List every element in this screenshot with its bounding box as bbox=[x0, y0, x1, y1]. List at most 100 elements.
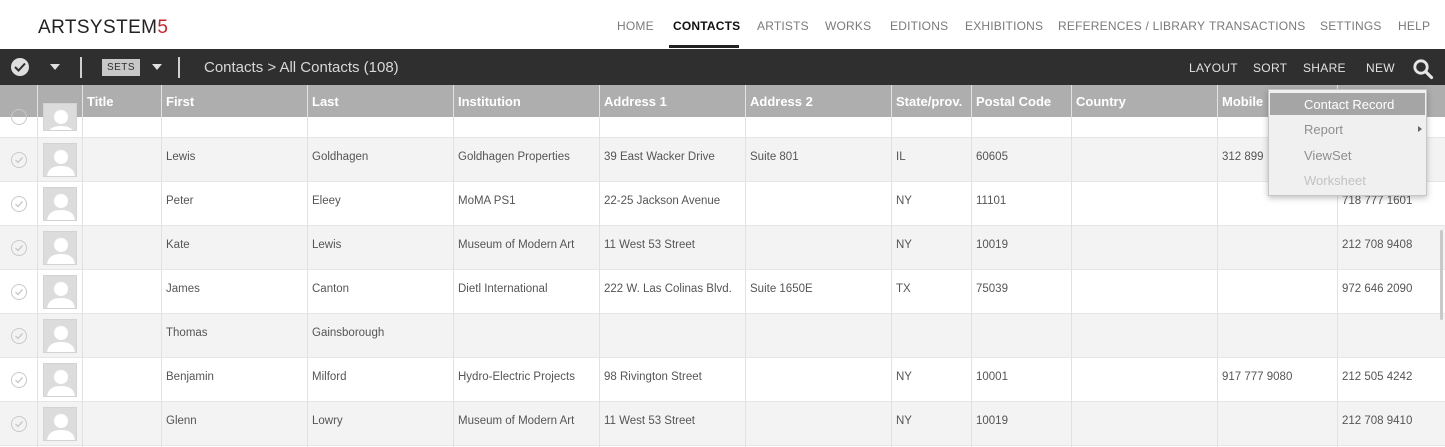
cell-phone: 212 505 4242 bbox=[1342, 371, 1413, 383]
cell-postal-code: 75039 bbox=[976, 283, 1008, 295]
table-header: Title First Last Institution Address 1 A… bbox=[0, 85, 1445, 117]
new-button[interactable]: NEW bbox=[1366, 61, 1395, 75]
column-header-last[interactable]: Last bbox=[312, 94, 339, 109]
column-divider bbox=[745, 85, 746, 447]
row-check-icon[interactable] bbox=[11, 109, 27, 125]
column-divider bbox=[82, 85, 83, 447]
menu-item-viewset[interactable]: ViewSet bbox=[1304, 148, 1351, 163]
table-row[interactable]: Benjamin Milford Hydro-Electric Projects 98… bbox=[0, 358, 1445, 402]
table-row[interactable]: Thomas Gainsborough bbox=[0, 314, 1445, 358]
logo-text: ARTSYSTEM bbox=[38, 17, 158, 38]
row-check-icon[interactable] bbox=[11, 416, 27, 432]
column-header-country[interactable]: Country bbox=[1076, 94, 1126, 109]
menu-item-contact-record[interactable]: Contact Record bbox=[1304, 97, 1394, 112]
nav-help[interactable]: HELP bbox=[1398, 19, 1430, 33]
active-nav-underline bbox=[669, 45, 739, 48]
cell-institution: Dietl International bbox=[458, 283, 548, 295]
new-dropdown-menu: Contact Record Report ViewSet Worksheet bbox=[1268, 89, 1427, 196]
avatar bbox=[43, 275, 77, 309]
menu-item-worksheet: Worksheet bbox=[1304, 173, 1366, 188]
breadcrumb: Contacts > All Contacts (108) bbox=[204, 59, 399, 76]
cell-state: NY bbox=[896, 415, 912, 427]
column-divider bbox=[971, 85, 972, 447]
column-header-mobile[interactable]: Mobile bbox=[1222, 94, 1263, 109]
table-row[interactable]: Kate Lewis Museum of Modern Art 11 West 53 … bbox=[0, 226, 1445, 270]
avatar bbox=[43, 231, 77, 265]
cell-institution: Museum of Modern Art bbox=[458, 415, 575, 427]
submenu-arrow-icon bbox=[1418, 126, 1422, 132]
cell-first: Kate bbox=[166, 239, 190, 251]
row-check-icon[interactable] bbox=[11, 328, 27, 344]
sets-button[interactable]: SETS bbox=[102, 59, 140, 76]
cell-first: Peter bbox=[166, 195, 194, 207]
cell-address1: 22-25 Jackson Avenue bbox=[604, 195, 721, 207]
cell-state: TX bbox=[896, 283, 911, 295]
share-button[interactable]: SHARE bbox=[1303, 61, 1346, 75]
table-row[interactable]: Glenn Lowry Museum of Modern Art 11 West 53… bbox=[0, 402, 1445, 446]
cell-institution: Goldhagen Properties bbox=[458, 151, 570, 163]
cell-state: IL bbox=[896, 151, 906, 163]
table-row[interactable]: Peter Eleey MoMA PS1 22-25 Jackson Avenue NY… bbox=[0, 182, 1445, 226]
cell-last: Lowry bbox=[312, 415, 343, 427]
sets-chevron-down-icon[interactable] bbox=[152, 64, 162, 70]
app-logo[interactable]: ARTSYSTEM5 bbox=[38, 17, 168, 39]
cell-postal-code: 11101 bbox=[976, 195, 1007, 207]
column-header-state[interactable]: State/prov. bbox=[896, 94, 962, 109]
cell-last: Gainsborough bbox=[312, 327, 385, 339]
column-header-first[interactable]: First bbox=[166, 94, 194, 109]
nav-contacts[interactable]: CONTACTS bbox=[673, 19, 740, 33]
nav-works[interactable]: WORKS bbox=[825, 19, 871, 33]
toolbar-divider bbox=[80, 57, 82, 78]
cell-postal-code: 10001 bbox=[976, 371, 1008, 383]
avatar bbox=[43, 187, 77, 221]
cell-last: Lewis bbox=[312, 239, 342, 251]
vertical-scrollbar[interactable] bbox=[1440, 230, 1443, 320]
cell-first: Glenn bbox=[166, 415, 197, 427]
cell-institution: Museum of Modern Art bbox=[458, 239, 575, 251]
cell-first: Lewis bbox=[166, 151, 196, 163]
sort-button[interactable]: SORT bbox=[1253, 61, 1287, 75]
column-divider bbox=[37, 85, 38, 447]
nav-editions[interactable]: EDITIONS bbox=[890, 19, 948, 33]
cell-mobile: 917 777 9080 bbox=[1222, 371, 1293, 383]
nav-references-library[interactable]: REFERENCES / LIBRARY bbox=[1058, 19, 1205, 33]
cell-state: NY bbox=[896, 239, 912, 251]
row-check-icon[interactable] bbox=[11, 152, 27, 168]
toolbar: SETS Contacts > All Contacts (108) LAYOU… bbox=[0, 49, 1445, 85]
menu-item-report[interactable]: Report bbox=[1304, 122, 1343, 137]
avatar bbox=[43, 363, 77, 397]
nav-exhibitions[interactable]: EXHIBITIONS bbox=[965, 19, 1043, 33]
column-header-institution[interactable]: Institution bbox=[458, 94, 521, 109]
cell-last: Canton bbox=[312, 283, 350, 295]
row-check-icon[interactable] bbox=[11, 240, 27, 256]
column-header-postal-code[interactable]: Postal Code bbox=[976, 94, 1051, 109]
nav-artists[interactable]: ARTISTS bbox=[757, 19, 809, 33]
column-divider bbox=[599, 85, 600, 447]
cell-first: Thomas bbox=[166, 327, 208, 339]
search-icon[interactable] bbox=[1412, 58, 1434, 80]
nav-settings[interactable]: SETTINGS bbox=[1320, 19, 1382, 33]
cell-address1: 11 West 53 Street bbox=[604, 239, 695, 251]
column-header-title[interactable]: Title bbox=[87, 94, 114, 109]
top-navigation: ARTSYSTEM5 HOME CONTACTS ARTISTS WORKS E… bbox=[0, 0, 1445, 49]
select-menu-chevron-down-icon[interactable] bbox=[50, 64, 60, 70]
cell-phone: 972 646 2090 bbox=[1342, 283, 1413, 295]
cell-postal-code: 60605 bbox=[976, 151, 1008, 163]
table-row[interactable]: Lewis Goldhagen Goldhagen Properties 39 Eas… bbox=[0, 138, 1445, 182]
layout-button[interactable]: LAYOUT bbox=[1189, 61, 1238, 75]
table-row-partial[interactable] bbox=[0, 103, 1445, 138]
cell-address1: 222 W. Las Colinas Blvd. bbox=[604, 283, 732, 295]
nav-transactions[interactable]: TRANSACTIONS bbox=[1209, 19, 1305, 33]
column-header-address1[interactable]: Address 1 bbox=[604, 94, 667, 109]
column-header-address2[interactable]: Address 2 bbox=[750, 94, 813, 109]
row-check-icon[interactable] bbox=[11, 196, 27, 212]
row-check-icon[interactable] bbox=[11, 284, 27, 300]
table-row[interactable]: James Canton Dietl International 222 W. Las… bbox=[0, 270, 1445, 314]
nav-home[interactable]: HOME bbox=[617, 19, 654, 33]
cell-address2: Suite 1650E bbox=[750, 283, 813, 295]
logo-digit: 5 bbox=[157, 17, 169, 38]
row-check-icon[interactable] bbox=[11, 372, 27, 388]
cell-last: Eleey bbox=[312, 195, 341, 207]
cell-first: James bbox=[166, 283, 200, 295]
select-all-check-icon[interactable] bbox=[11, 58, 29, 76]
